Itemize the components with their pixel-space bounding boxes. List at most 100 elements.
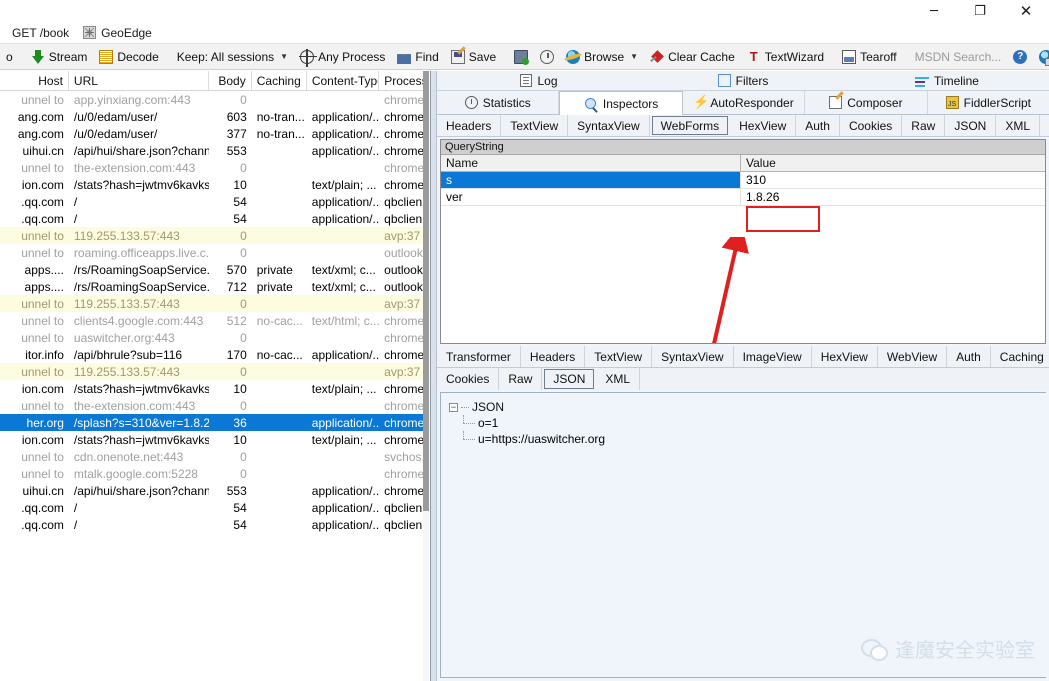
table-row[interactable]: ion.com/stats?hash=jwtmv6kavks... 10 text/… [0,176,429,193]
tab-geoedge[interactable]: GeoEdge [81,22,164,44]
toolbar-timer-button[interactable] [534,44,560,69]
json-tree-root[interactable]: − JSON [449,399,1038,415]
toolbar-left-truncated[interactable]: o [0,44,19,69]
toolbar-clear-cache-button[interactable]: Clear Cache [644,44,741,69]
table-row[interactable]: .qq.com / 54 application/... qbclien. [0,516,429,533]
filters-tab[interactable]: Filters [641,71,845,91]
json-tree-node[interactable]: u=https://uaswitcher.org [463,431,1038,447]
table-row[interactable]: unnel to the-extension.com:443 0 chrome [0,397,429,414]
table-row[interactable]: ion.com/stats?hash=jwtmv6kavks... 10 text/… [0,431,429,448]
tab-get-book[interactable]: GET /book [10,22,81,44]
querystring-row[interactable]: s 310 [441,172,1045,189]
toolbar-stream-button[interactable]: Stream [25,44,94,69]
table-row[interactable]: unnel to the-extension.com:443 0 chrome [0,159,429,176]
toolbar-msdn-search-field[interactable]: MSDN Search... [909,44,1008,69]
tab-syntaxview[interactable]: SyntaxView [652,346,734,367]
tab-webforms[interactable]: WebForms [651,116,729,135]
cell-host: .qq.com [21,517,64,532]
tab-syntaxview[interactable]: SyntaxView [568,115,650,136]
tab-headers[interactable]: Headers [521,346,586,367]
textwizard-icon: T [749,48,758,64]
querystring-row[interactable]: ver 1.8.26 [441,189,1045,206]
close-button[interactable]: ✕ [1003,0,1049,22]
toolbar-save-button[interactable]: Save [445,44,502,69]
timeline-tab[interactable]: Timeline [845,71,1049,91]
tab-textview[interactable]: TextView [501,115,569,136]
toolbar-help-button[interactable]: ? [1007,44,1033,69]
toolbar-decode-button[interactable]: Decode [93,44,164,69]
tab-xml[interactable]: XML [596,368,641,390]
sessions-vertical-scrollbar[interactable] [423,71,429,681]
tab-transformer[interactable]: Transformer [437,346,521,367]
main-toolbar: o Stream Decode Keep: All sessions ▼ Any… [0,44,1049,70]
table-row[interactable]: unnel to clients4.google.com:443 512 no-cac… [0,312,429,329]
tab-headers[interactable]: Headers [437,115,502,136]
tab-json[interactable]: JSON [945,115,997,136]
table-row[interactable]: unnel to app.yinxiang.com:443 0 chrome [0,91,429,108]
table-row[interactable]: unnel to cdn.onenote.net:443 0 svchos. [0,448,429,465]
column-header-process[interactable]: Process [379,71,429,90]
table-row[interactable]: unnel to 119.255.133.57:443 0 avp:37 [0,227,429,244]
toolbar-textwizard-button[interactable]: T TextWizard [741,44,830,69]
table-row[interactable]: ang.com/u/0/edam/user/603 no-tran... appli… [0,108,429,125]
tab-textview[interactable]: TextView [585,346,653,367]
tab-statistics[interactable]: Statistics [437,91,560,114]
toolbar-browse-button[interactable]: Browse ▼ [560,44,644,69]
tab-auth[interactable]: Auth [796,115,840,136]
table-row[interactable]: .qq.com / 54 application/... qbclien. [0,210,429,227]
table-row[interactable]: her.org/splash?s=310&ver=1.8.26 36 applica… [0,414,429,431]
table-row[interactable]: ion.com/stats?hash=jwtmv6kavks... 10 text/… [0,380,429,397]
json-tree-node[interactable]: o=1 [463,415,1038,431]
table-row[interactable]: uihui.cn/api/hui/share.json?chann... 553 a… [0,142,429,159]
column-header-url[interactable]: URL [69,71,209,90]
toolbar-online-button[interactable]: Online [1033,44,1049,69]
table-row[interactable]: ang.com/u/0/edam/user/377 no-tran... appli… [0,125,429,142]
toolbar-tearoff-button[interactable]: Tearoff [836,44,902,69]
tab-caching[interactable]: Caching [991,346,1049,367]
tab-auth[interactable]: Auth [947,346,991,367]
table-row[interactable]: itor.info/api/bhrule?sub=116 170 no-cac...… [0,346,429,363]
column-header-content-type[interactable]: Content-Type [307,71,380,90]
table-row[interactable]: apps.... /rs/RoamingSoapService.svc 570 pri… [0,261,429,278]
tab-autoresponder[interactable]: AutoResponder [683,91,806,114]
tab-raw[interactable]: Raw [902,115,946,136]
tab-composer[interactable]: Composer [805,91,928,114]
table-row[interactable]: .qq.com / 54 application/... qbclien. [0,193,429,210]
tab-webview[interactable]: WebView [878,346,948,367]
scrollbar-thumb[interactable] [423,71,429,511]
tab-inspectors[interactable]: Inspectors [559,91,683,115]
tab-raw[interactable]: Raw [499,368,543,390]
annotation-highlight-box [746,206,820,232]
table-row[interactable]: unnel to mtalk.google.com:5228 0 chrome [0,465,429,482]
column-header-caching[interactable]: Caching [252,71,307,90]
querystring-column-name[interactable]: Name [441,155,741,171]
tab-hexview[interactable]: HexView [730,115,797,136]
table-row[interactable]: unnel to roaming.officeapps.live.c... 0 out… [0,244,429,261]
table-row[interactable]: apps.... /rs/RoamingSoapService.svc 712 pri… [0,278,429,295]
table-row[interactable]: unnel to uaswitcher.org:443 0 chrome [0,329,429,346]
toolbar-find-button[interactable]: Find [391,44,444,69]
tab-fiddlerscript[interactable]: JS FiddlerScript [928,91,1049,114]
table-row[interactable]: unnel to 119.255.133.57:443 0 avp:37 [0,295,429,312]
log-tab[interactable]: Log [437,71,641,91]
tab-hexview[interactable]: HexView [812,346,878,367]
table-row[interactable]: unnel to 119.255.133.57:443 0 avp:37 [0,363,429,380]
pane-splitter[interactable] [430,71,437,681]
table-row[interactable]: uihui.cn/api/hui/share.json?chann... 553 a… [0,482,429,499]
toolbar-any-process-button[interactable]: Any Process [294,44,391,69]
toolbar-keep-dropdown[interactable]: Keep: All sessions ▼ [171,44,294,69]
tab-xml[interactable]: XML [996,115,1041,136]
column-header-host[interactable]: Host [0,71,69,90]
column-header-body[interactable]: Body [209,71,252,90]
maximize-button[interactable]: ❐ [957,0,1003,22]
tab-cookies[interactable]: Cookies [840,115,903,136]
sessions-list-panel[interactable]: Host URL Body Caching Content-Type Proce… [0,71,430,681]
toolbar-screenshot-button[interactable] [508,44,534,69]
querystring-column-value[interactable]: Value [741,155,1045,171]
minimize-button[interactable]: ─ [911,0,957,22]
tab-imageview[interactable]: ImageView [734,346,812,367]
tab-json[interactable]: JSON [544,369,595,389]
collapse-icon[interactable]: − [449,402,458,412]
table-row[interactable]: .qq.com / 54 application/... qbclien. [0,499,429,516]
tab-cookies[interactable]: Cookies [437,368,500,390]
